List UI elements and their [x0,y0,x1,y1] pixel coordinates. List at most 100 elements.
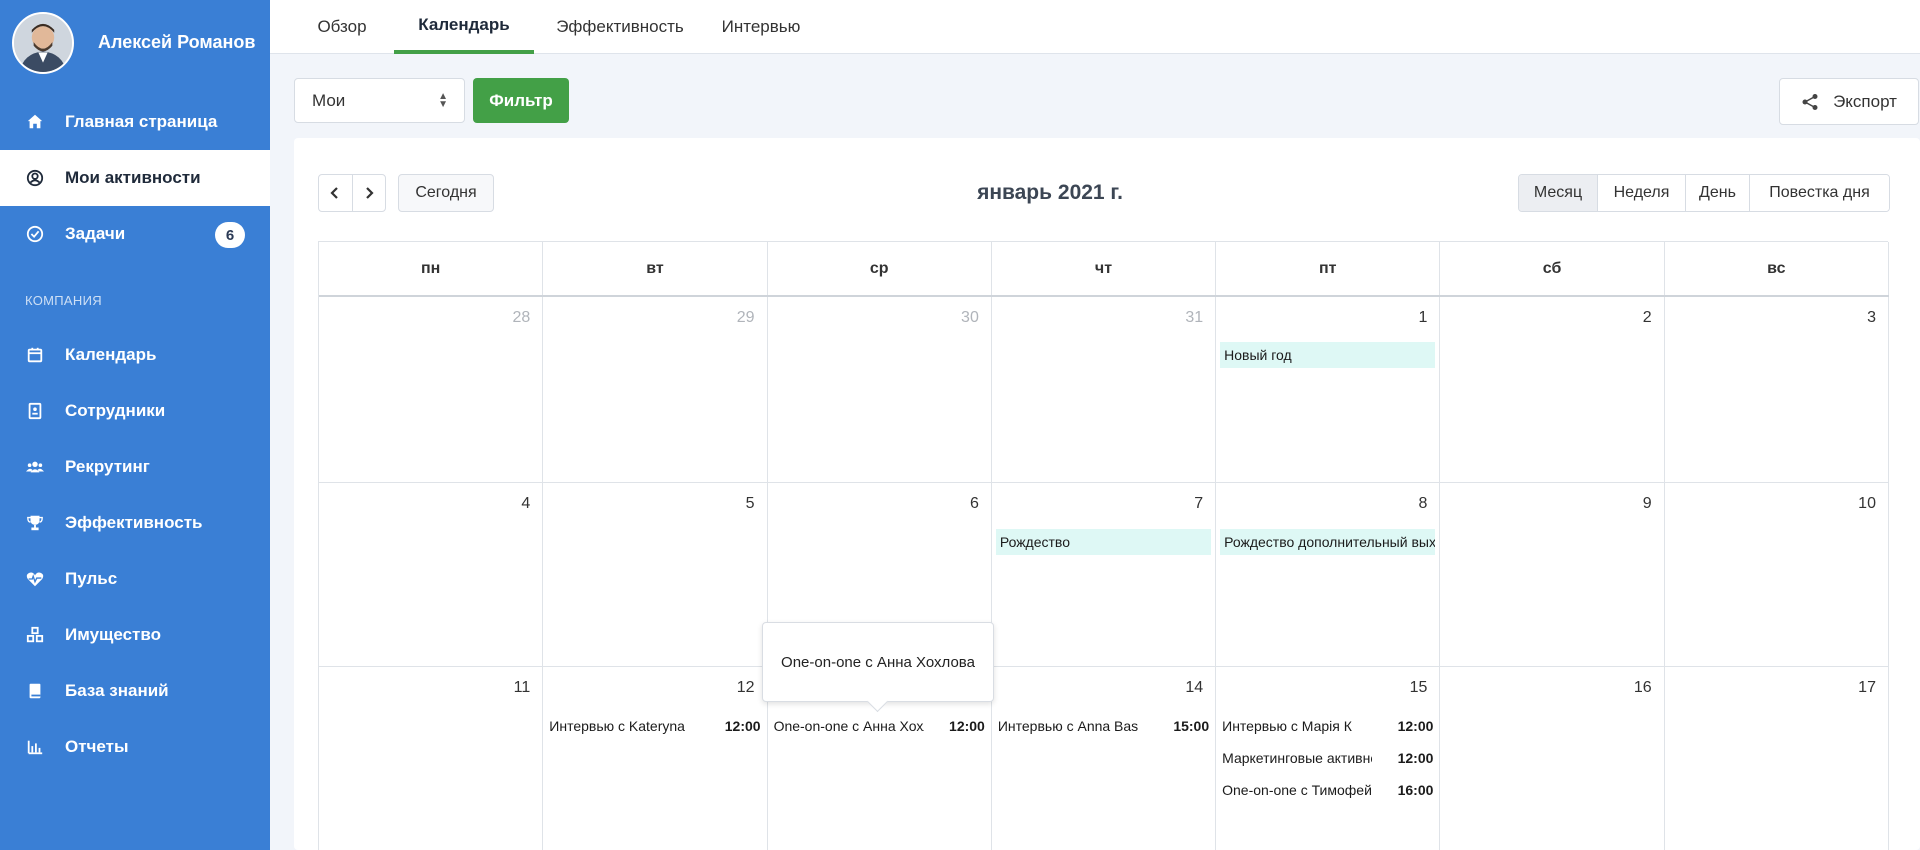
sidebar-item-label: Пульс [65,569,118,588]
tab-interviews[interactable]: Интервью [706,0,816,54]
day-number: 29 [736,309,755,326]
day-number: 31 [1185,309,1204,326]
timed-event[interactable]: Интервью с Kateryna 12:00 [549,714,760,738]
sidebar-item-calendar[interactable]: Календарь [0,327,270,383]
sidebar-item-recruiting[interactable]: Рекрутинг [0,439,270,495]
sidebar-item-knowledge-base[interactable]: База знаний [0,663,270,719]
sidebar-item-pulse[interactable]: Пульс [0,551,270,607]
day-cell[interactable]: 7 Рождество [992,483,1217,666]
view-agenda-button[interactable]: Повестка дня [1749,175,1889,211]
day-cell[interactable]: 1 Новый год [1216,297,1441,482]
day-cell[interactable]: 29 [543,297,768,482]
day-number: 8 [1418,495,1428,512]
view-week-button[interactable]: Неделя [1597,175,1685,211]
day-cell[interactable]: 15 Интервью с Марія К 12:00 Маркетинговы… [1216,667,1441,850]
weekday-label: чт [992,242,1217,295]
month-grid: пн вт ср чт пт сб вс 28 29 30 31 1 Новый… [318,241,1889,850]
chevron-left-icon [330,187,339,199]
filter-button[interactable]: Фильтр [473,78,569,123]
event-time: 16:00 [1397,782,1434,798]
weekday-label: пн [319,242,544,295]
calendar-event[interactable]: Рождество дополнительный выходной [1220,529,1436,555]
day-cell[interactable]: 14 Интервью с Anna Bas 15:00 [992,667,1217,850]
sidebar-item-reports[interactable]: Отчеты [0,719,270,775]
day-cell[interactable]: 17 [1665,667,1889,850]
sidebar-item-tasks[interactable]: Задачи 6 [0,206,270,262]
day-cell[interactable]: 12 Интервью с Kateryna 12:00 [543,667,768,850]
profile: Алексей Романов [0,0,270,90]
tab-performance[interactable]: Эффективность [550,0,690,54]
export-button[interactable]: Экспорт [1779,78,1919,125]
cubes-icon [25,625,45,645]
timed-event[interactable]: One-on-one с Анна Хохлова 12:00 [774,714,985,738]
event-title: One-on-one с Анна Хохлова [773,718,924,734]
event-time: 12:00 [724,718,761,734]
day-number: 3 [1867,309,1876,326]
sidebar-item-label: Отчеты [65,737,129,756]
week-row: 28 29 30 31 1 Новый год 2 3 [319,297,1889,483]
day-number: 17 [1858,679,1876,696]
sidebar-item-label: Мои активности [65,168,201,187]
weekday-label: сб [1440,242,1665,295]
sidebar-item-assets[interactable]: Имущество [0,607,270,663]
calendar-nav [318,174,386,212]
day-cell[interactable]: 10 [1665,483,1889,666]
tab-calendar[interactable]: Календарь [394,0,534,54]
sidebar-item-my-activities[interactable]: Мои активности [0,150,270,206]
view-day-button[interactable]: День [1685,175,1749,211]
calendar-event[interactable]: Новый год [1220,342,1436,368]
day-number: 14 [1185,679,1204,696]
day-cell[interactable]: 16 [1440,667,1665,850]
day-number: 28 [512,309,531,326]
event-title: Интервью с Anna Bas [997,718,1139,734]
day-cell[interactable]: 28 [319,297,544,482]
today-button[interactable]: Сегодня [398,174,494,212]
weekday-label: вт [543,242,768,295]
weekday-label: вс [1665,242,1889,295]
users-icon [25,457,45,477]
day-cell[interactable]: 3 [1665,297,1889,482]
section-label-company: КОМПАНИЯ [25,293,102,308]
sidebar-item-label: Рекрутинг [65,457,150,476]
day-cell[interactable]: 11 [319,667,544,850]
event-tooltip: One-on-one с Анна Хохлова [762,622,994,702]
view-month-button[interactable]: Месяц [1519,175,1597,211]
sidebar-item-label: Сотрудники [65,401,166,420]
sidebar-item-performance[interactable]: Эффективность [0,495,270,551]
tab-overview[interactable]: Обзор [294,0,390,54]
sidebar-item-employees[interactable]: Сотрудники [0,383,270,439]
share-icon [1802,93,1818,110]
bar-chart-icon [25,737,45,757]
book-icon [25,681,45,701]
timed-event[interactable]: Маркетинговые активности 12:00 [1222,746,1433,770]
day-cell[interactable]: 4 [319,483,544,666]
day-cell[interactable]: 2 [1440,297,1665,482]
prev-month-button[interactable] [319,175,353,211]
sidebar-item-label: Календарь [65,345,157,364]
day-number: 11 [513,679,531,696]
day-cell[interactable]: 31 [992,297,1217,482]
timed-event[interactable]: Интервью с Марія К 12:00 [1222,714,1433,738]
calendar-event[interactable]: Рождество [995,529,1212,555]
timed-event[interactable]: Интервью с Anna Bas 15:00 [998,714,1209,738]
event-time: 12:00 [1397,750,1434,766]
select-arrows-icon: ▲ ▼ [438,91,448,110]
scope-select[interactable]: Мои ▲ ▼ [294,78,465,123]
avatar[interactable] [12,12,74,74]
day-number: 7 [1194,495,1204,512]
weekday-header: пн вт ср чт пт сб вс [319,242,1889,297]
sidebar-item-home[interactable]: Главная страница [0,94,270,150]
timed-event[interactable]: One-on-one с Тимофей 16:00 [1222,778,1433,802]
profile-name[interactable]: Алексей Романов [98,32,255,53]
day-number: 15 [1409,679,1428,696]
day-cell[interactable]: 8 Рождество дополнительный выходной [1216,483,1441,666]
day-number: 30 [961,309,979,326]
day-cell[interactable]: 5 [543,483,768,666]
day-cell[interactable]: 9 [1440,483,1665,666]
day-number: 5 [745,495,755,512]
calendar-icon [25,345,45,365]
check-circle-icon [25,224,45,244]
next-month-button[interactable] [353,175,386,211]
day-cell[interactable]: 30 [768,297,992,482]
view-switcher: Месяц Неделя День Повестка дня [1518,174,1890,212]
